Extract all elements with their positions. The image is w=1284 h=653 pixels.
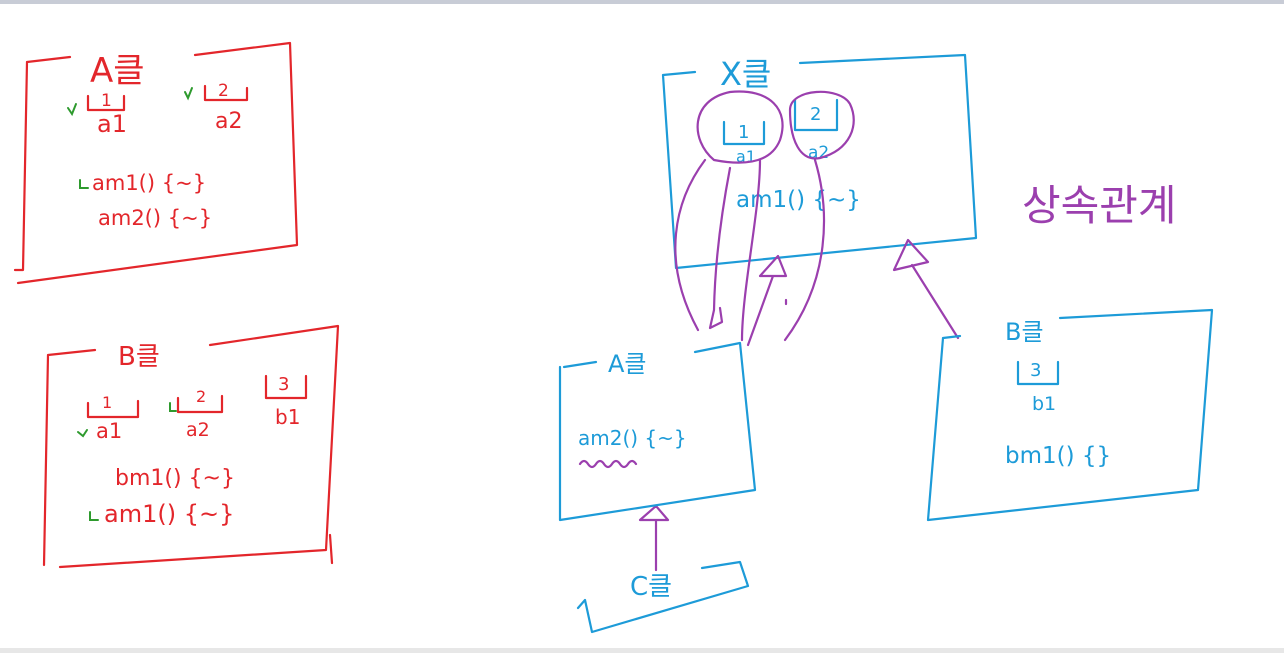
left-b-field-1: 1 <box>102 393 112 412</box>
curve-a-left <box>674 158 707 332</box>
right-x-field-1: 1 <box>738 122 749 143</box>
right-a-method-underline <box>578 459 638 469</box>
right-x-method-1: am1() {~} <box>736 187 861 213</box>
left-a-field-1-name: a1 <box>97 110 127 138</box>
right-class-a-box: A클 am2() {~} <box>558 341 757 522</box>
left-b-method-1: bm1() {~} <box>115 466 235 491</box>
arrow-b-to-x <box>892 238 960 340</box>
left-b-field-3: 3 <box>278 374 289 395</box>
right-b-field-1-name: b1 <box>1032 393 1056 415</box>
right-b-field-1: 3 <box>1030 360 1041 381</box>
arrow-a-to-x <box>746 254 788 347</box>
left-class-b-border <box>42 324 340 569</box>
left-b-field-2-name: a2 <box>186 419 210 441</box>
left-b-field-1-name: a1 <box>96 419 122 443</box>
arrow-c-to-a <box>638 504 670 572</box>
whiteboard-canvas: A클 1 a1 2 a2 am1() {~} am2() {~} B클 1 a1… <box>13 41 1214 634</box>
left-class-a-border <box>13 41 299 285</box>
left-a-field-1: 1 <box>101 91 112 111</box>
right-x-field-2-name: a2 <box>808 143 829 163</box>
left-class-a-box: A클 1 a1 2 a2 am1() {~} am2() {~} <box>13 41 299 285</box>
right-class-x-box: X클 1 a1 2 a2 am1() {~} <box>661 53 978 270</box>
left-class-b-title: B클 <box>118 342 160 372</box>
left-class-b-box: B클 1 a1 2 a2 3 b1 bm1() {~} am1() {~} <box>42 324 340 569</box>
curve-a-mid <box>708 166 732 330</box>
left-b-method-2: am1() {~} <box>104 500 234 528</box>
right-class-c-box: C클 <box>576 560 750 634</box>
left-a-field-2-name: a2 <box>215 109 242 134</box>
right-class-b-border <box>926 308 1214 522</box>
left-b-check-2 <box>169 402 177 412</box>
left-b-check-1 <box>77 429 88 438</box>
left-b-check-3 <box>89 511 99 521</box>
window-bottom-border <box>0 648 1284 653</box>
left-b-field-3-name: b1 <box>275 405 300 429</box>
right-class-c-title: C클 <box>630 572 672 602</box>
right-class-x-title: X클 <box>720 55 771 93</box>
left-a-field-2: 2 <box>218 81 229 101</box>
left-a-check-2 <box>184 87 193 101</box>
left-class-a-title: A클 <box>90 51 145 91</box>
inheritance-arrows <box>638 238 960 572</box>
right-a-method-1: am2() {~} <box>578 426 687 450</box>
left-a-method-2: am2() {~} <box>98 206 212 230</box>
right-class-a-title: A클 <box>608 350 647 378</box>
right-x-field-2: 2 <box>810 104 821 125</box>
right-b-method-1: bm1() {} <box>1005 443 1111 469</box>
left-b-field-1-bracket <box>86 399 140 419</box>
right-class-b-box: B클 3 b1 bm1() {} <box>926 308 1214 522</box>
left-b-field-2: 2 <box>196 387 206 406</box>
left-a-check-3 <box>79 179 89 189</box>
left-a-method-1: am1() {~} <box>92 171 206 195</box>
right-class-b-title: B클 <box>1005 318 1044 346</box>
relation-label: 상속관계 <box>1022 181 1177 230</box>
left-a-check-1 <box>67 103 77 117</box>
